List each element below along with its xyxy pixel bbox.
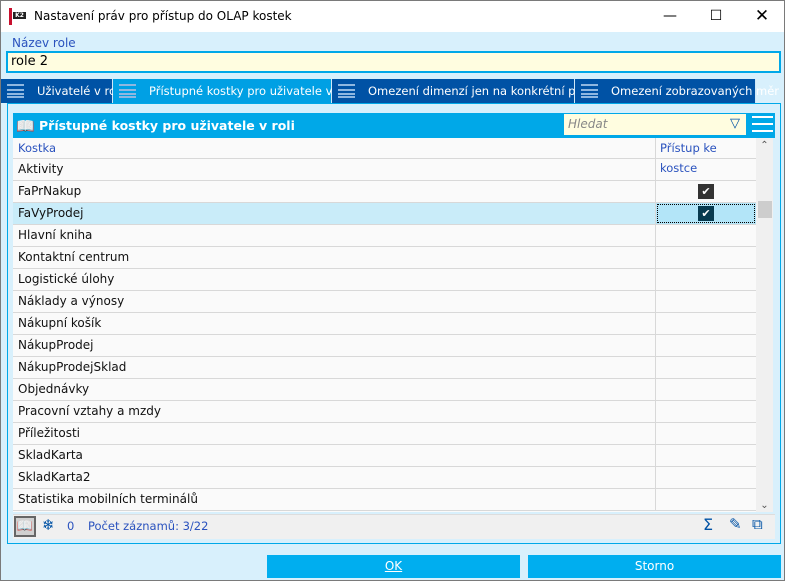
edit-icon[interactable]: ✎ [729, 515, 742, 533]
cube-name: Logistické úlohy [13, 269, 656, 290]
search-input[interactable]: Hledat [564, 114, 746, 135]
checkbox-checked-icon[interactable]: ✔ [698, 206, 714, 221]
cube-name: Hlavní kniha [13, 225, 656, 246]
freeze-count: 0 [67, 519, 75, 533]
vertical-scrollbar[interactable]: ⌃ ⌄ [756, 138, 773, 512]
table-row[interactable]: Statistika mobilních terminálů [13, 489, 756, 511]
table-row[interactable]: Nákupní košík [13, 313, 756, 335]
access-cell[interactable] [656, 379, 756, 400]
tab-label: Omezení zobrazovaných měr [611, 84, 780, 98]
access-cell[interactable] [656, 335, 756, 356]
maximize-button[interactable]: ☐ [693, 1, 739, 32]
cube-name: Aktivity [13, 159, 656, 180]
filter-icon[interactable]: ▽ [730, 116, 740, 131]
table-row[interactable]: NákupProdejSklad [13, 357, 756, 379]
table-row[interactable]: FaVyProdej ✔ [13, 203, 756, 225]
cube-name: NákupProdejSklad [13, 357, 656, 378]
app-logo: K2 [9, 8, 27, 25]
access-cell[interactable] [656, 159, 756, 180]
minimize-button[interactable]: — [647, 1, 693, 32]
list-icon [119, 84, 136, 98]
table-row[interactable]: Aktivity [13, 159, 756, 181]
tab-label: Uživatelé v roli [37, 84, 123, 98]
column-header-cube[interactable]: Kostka [13, 138, 656, 158]
window-title: Nastavení práv pro přístup do OLAP koste… [34, 9, 292, 23]
cancel-label: Storno [634, 559, 675, 573]
cube-name: Náklady a výnosy [13, 291, 656, 312]
table-row[interactable]: Pracovní vztahy a mzdy [13, 401, 756, 423]
table-row[interactable]: Objednávky [13, 379, 756, 401]
access-cell[interactable] [656, 401, 756, 422]
cube-name: SkladKarta2 [13, 467, 656, 488]
tab-label: Přístupné kostky pro uživatele v roli [149, 84, 354, 98]
sum-icon[interactable]: Σ [703, 515, 713, 534]
table-row[interactable]: Příležitosti [13, 423, 756, 445]
add-record-icon[interactable]: ⧉ [752, 515, 763, 533]
table-row[interactable]: Náklady a výnosy [13, 291, 756, 313]
menu-icon[interactable] [752, 116, 773, 132]
table-row[interactable]: SkladKarta2 [13, 467, 756, 489]
access-cell[interactable] [656, 247, 756, 268]
access-cell[interactable]: ✔ [656, 203, 756, 224]
ok-button[interactable]: OK [267, 555, 520, 578]
cube-name: NákupProdej [13, 335, 656, 356]
role-name-label: Název role [12, 36, 76, 50]
access-cell[interactable] [656, 269, 756, 290]
list-icon [338, 84, 355, 98]
tab-label: Omezení dimenzí jen na konkrétní prvky [368, 84, 601, 98]
tab-measure-restrictions[interactable]: Omezení zobrazovaných měr [575, 79, 779, 103]
access-cell[interactable] [656, 313, 756, 334]
cube-name: SkladKarta [13, 445, 656, 466]
list-icon [581, 84, 598, 98]
ok-label: OK [384, 559, 403, 573]
close-button[interactable]: ✕ [739, 1, 785, 32]
tab-accessible-cubes[interactable]: Přístupné kostky pro uživatele v roli [113, 79, 354, 103]
scroll-down-icon[interactable]: ⌄ [756, 500, 773, 511]
table-row[interactable]: NákupProdej [13, 335, 756, 357]
list-icon [7, 84, 24, 98]
cube-name: Příležitosti [13, 423, 656, 444]
access-cell[interactable] [656, 423, 756, 444]
access-cell[interactable]: ✔ [656, 181, 756, 202]
table-row[interactable]: SkladKarta [13, 445, 756, 467]
access-cell[interactable] [656, 467, 756, 488]
scroll-up-icon[interactable]: ⌃ [756, 140, 773, 151]
access-cell[interactable] [656, 225, 756, 246]
column-header-access[interactable]: Přístup ke kostce [656, 138, 756, 175]
book-view-icon[interactable]: 📖 [14, 516, 36, 537]
table-row[interactable]: Kontaktní centrum [13, 247, 756, 269]
cancel-button[interactable]: Storno [528, 555, 781, 578]
cube-name: Statistika mobilních terminálů [13, 489, 656, 510]
tab-users-in-role[interactable]: Uživatelé v roli [1, 79, 122, 103]
cube-name: FaPrNakup [13, 181, 656, 202]
cube-name: FaVyProdej [13, 203, 656, 224]
table-row[interactable]: Hlavní kniha [13, 225, 756, 247]
access-cell[interactable] [656, 291, 756, 312]
record-count: Počet záznamů: 3/22 [88, 519, 209, 533]
table-row[interactable]: Logistické úlohy [13, 269, 756, 291]
book-icon: 📖 [16, 117, 35, 135]
scrollbar-thumb[interactable] [758, 201, 772, 218]
cube-name: Objednávky [13, 379, 656, 400]
access-cell[interactable] [656, 489, 756, 510]
table-row[interactable]: FaPrNakup ✔ [13, 181, 756, 203]
cube-name: Nákupní košík [13, 313, 656, 334]
tab-dimension-restrictions[interactable]: Omezení dimenzí jen na konkrétní prvky [332, 79, 600, 103]
cubes-table: Kostka Přístup ke kostce Aktivity FaPrNak… [13, 138, 756, 512]
freeze-icon[interactable]: ❄ [42, 516, 55, 534]
cube-name: Kontaktní centrum [13, 247, 656, 268]
table-header: Kostka Přístup ke kostce [13, 138, 756, 175]
role-name-input[interactable]: role 2 [6, 51, 781, 73]
panel-title: Přístupné kostky pro uživatele v roli [39, 118, 295, 133]
cube-name: Pracovní vztahy a mzdy [13, 401, 656, 422]
access-cell[interactable] [656, 357, 756, 378]
access-cell[interactable] [656, 445, 756, 466]
checkbox-checked-icon[interactable]: ✔ [698, 184, 714, 199]
